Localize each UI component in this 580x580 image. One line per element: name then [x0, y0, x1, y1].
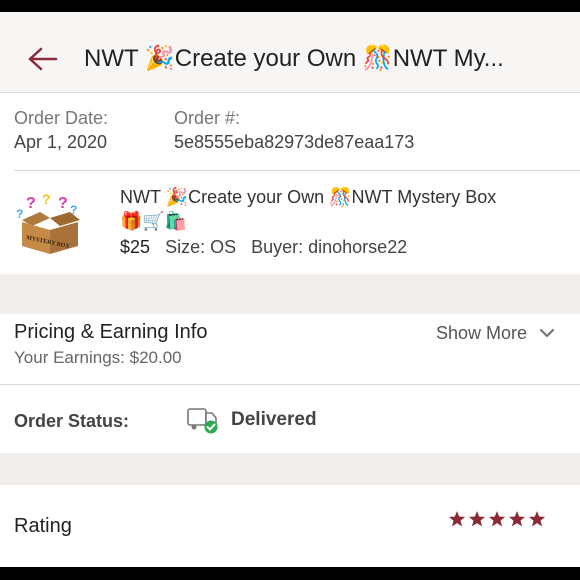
mystery-box-thumbnail[interactable]: ? ? ? ? ? MYSTERY BOX: [14, 192, 84, 256]
order-details-screen: NWT 🎉Create your Own 🎊NWT My... Order Da…: [0, 12, 580, 567]
rating-stars[interactable]: [448, 510, 546, 528]
product-title[interactable]: NWT 🎉Create your Own 🎊NWT Mystery Box: [120, 187, 560, 208]
svg-text:?: ?: [42, 192, 51, 207]
product-meta: $25 Size: OS Buyer: dinohorse22: [120, 237, 407, 258]
divider: [14, 170, 580, 171]
rating-label: Rating: [14, 515, 72, 537]
header-bar: NWT 🎉Create your Own 🎊NWT My...: [0, 12, 580, 93]
order-status-value: Delivered: [231, 409, 317, 430]
order-date-label: Order Date:: [14, 108, 109, 128]
back-arrow-icon[interactable]: [28, 46, 58, 72]
page-title: NWT 🎉Create your Own 🎊NWT My...: [84, 45, 504, 72]
show-more-link[interactable]: Show More: [436, 323, 527, 344]
product-emojis: 🎁🛒🛍️: [120, 211, 188, 231]
section-separator: [0, 453, 580, 485]
your-earnings: Your Earnings: $20.00: [14, 348, 182, 367]
star-icon: [488, 511, 506, 527]
product-size: Size: OS: [165, 237, 237, 257]
divider: [0, 384, 580, 385]
chevron-down-icon[interactable]: [538, 324, 556, 342]
svg-text:?: ?: [26, 195, 36, 212]
svg-text:?: ?: [16, 207, 23, 221]
svg-text:?: ?: [58, 195, 68, 212]
section-separator: [0, 274, 580, 314]
order-number-value: 5e8555eba82973de87eaa173: [174, 132, 415, 152]
star-icon: [508, 511, 526, 527]
star-icon: [468, 511, 486, 527]
order-number-label: Order #:: [174, 108, 241, 128]
order-date-value: Apr 1, 2020: [14, 132, 108, 152]
order-status-label: Order Status:: [14, 411, 130, 431]
product-price: $25: [120, 237, 151, 257]
buyer-username[interactable]: Buyer: dinohorse22: [251, 237, 407, 257]
delivered-truck-check-icon: [187, 408, 218, 434]
pricing-section-title: Pricing & Earning Info: [14, 321, 208, 343]
star-icon: [528, 511, 546, 527]
star-icon: [448, 511, 466, 527]
